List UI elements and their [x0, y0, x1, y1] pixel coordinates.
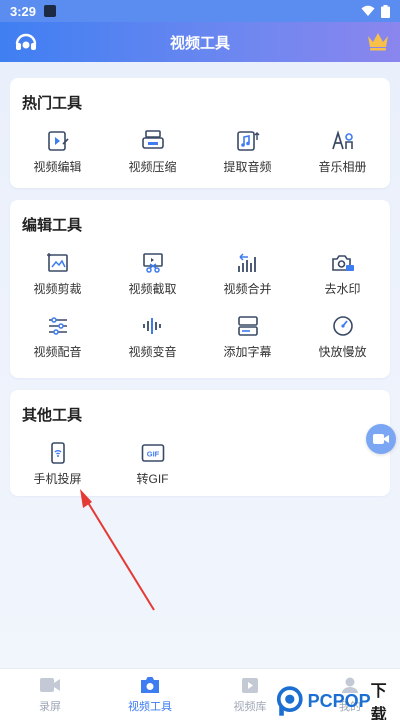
edit-tools-card: 编辑工具 视频剪裁 视频截取 视频合并 去水印 视频配音 视频变音 添加字幕 快… — [10, 200, 390, 378]
section-title: 编辑工具 — [22, 217, 83, 234]
dubbing-icon — [48, 317, 67, 335]
tool-to-gif[interactable]: GIF 转GIF — [105, 442, 200, 487]
vip-crown-icon[interactable] — [366, 30, 390, 52]
crop-icon — [46, 253, 68, 272]
tools-icon — [141, 676, 159, 693]
pcpop-watermark: PCPOP 下载 — [276, 683, 400, 720]
music-album-icon — [331, 130, 353, 150]
tool-video-crop[interactable]: 视频剪裁 — [10, 252, 105, 297]
tool-screen-cast[interactable]: 手机投屏 — [10, 442, 105, 487]
section-title: 其他工具 — [22, 407, 83, 424]
tab-label: 视频库 — [233, 700, 267, 713]
content-area: 热门工具 视频编辑 视频压缩 提取音频 音乐相册 编辑工具 视频剪裁 视频截取 … — [0, 62, 400, 668]
tool-label: 视频剪裁 — [33, 282, 82, 296]
watermark-remove-icon — [331, 255, 354, 271]
merge-icon — [237, 253, 256, 272]
tool-extract-audio[interactable]: 提取音频 — [200, 130, 295, 175]
video-edit-icon — [47, 131, 69, 151]
hot-tools-card: 热门工具 视频编辑 视频压缩 提取音频 音乐相册 — [10, 78, 390, 188]
tool-label: 视频配音 — [33, 345, 82, 359]
tool-voice-change[interactable]: 视频变音 — [105, 315, 200, 360]
screen-cast-icon — [50, 442, 65, 464]
tool-label: 视频截取 — [128, 282, 177, 296]
notification-icon — [44, 5, 57, 17]
tool-label: 视频压缩 — [128, 160, 177, 174]
wifi-icon — [361, 5, 375, 16]
tab-label: 视频工具 — [128, 700, 172, 713]
tool-label: 视频合并 — [223, 282, 272, 296]
speed-icon — [332, 316, 353, 336]
tool-add-subtitle[interactable]: 添加字幕 — [200, 315, 295, 360]
status-bar: 3:29 — [0, 0, 400, 22]
extract-audio-icon — [236, 131, 259, 151]
record-icon — [40, 677, 60, 692]
subtitle-icon — [237, 316, 258, 336]
pcpop-logo-icon — [276, 686, 303, 716]
tool-video-cut[interactable]: 视频截取 — [105, 252, 200, 297]
tab-label: 录屏 — [39, 700, 61, 713]
tool-label: 快放慢放 — [318, 345, 367, 359]
tab-record[interactable]: 录屏 — [0, 669, 100, 720]
battery-icon — [381, 4, 390, 18]
gif-icon: GIF — [141, 444, 164, 462]
tool-label: 音乐相册 — [318, 160, 367, 174]
other-tools-card: 其他工具 手机投屏 GIF 转GIF — [10, 390, 390, 496]
tab-video-tools[interactable]: 视频工具 — [100, 669, 200, 720]
tool-label: 视频编辑 — [33, 160, 82, 174]
tool-video-merge[interactable]: 视频合并 — [200, 252, 295, 297]
tool-label: 去水印 — [324, 282, 361, 296]
tool-label: 转GIF — [136, 472, 169, 486]
voice-change-icon — [142, 318, 161, 334]
tool-label: 视频变音 — [128, 345, 177, 359]
tool-label: 添加字幕 — [223, 345, 272, 359]
watermark-brand: PCPOP — [307, 690, 371, 711]
watermark-suffix: 下载 — [370, 683, 387, 720]
tool-label: 提取音频 — [223, 160, 272, 174]
app-header: 视频工具 — [0, 22, 400, 62]
headset-icon[interactable] — [14, 31, 38, 53]
tool-video-compress[interactable]: 视频压缩 — [105, 130, 200, 175]
camera-icon — [373, 434, 389, 444]
section-title: 热门工具 — [22, 95, 83, 112]
tool-music-album[interactable]: 音乐相册 — [295, 130, 390, 175]
page-title: 视频工具 — [169, 34, 230, 52]
tool-video-dubbing[interactable]: 视频配音 — [10, 315, 105, 360]
floating-record-button[interactable] — [366, 424, 396, 454]
tool-remove-watermark[interactable]: 去水印 — [295, 252, 390, 297]
tool-speed[interactable]: 快放慢放 — [295, 315, 390, 360]
tool-video-edit[interactable]: 视频编辑 — [10, 130, 105, 175]
svg-text:GIF: GIF — [146, 450, 159, 459]
tool-label: 手机投屏 — [33, 472, 82, 486]
status-time: 3:29 — [10, 3, 37, 19]
library-icon — [242, 677, 258, 693]
cut-icon — [142, 253, 163, 273]
video-compress-icon — [141, 130, 164, 149]
